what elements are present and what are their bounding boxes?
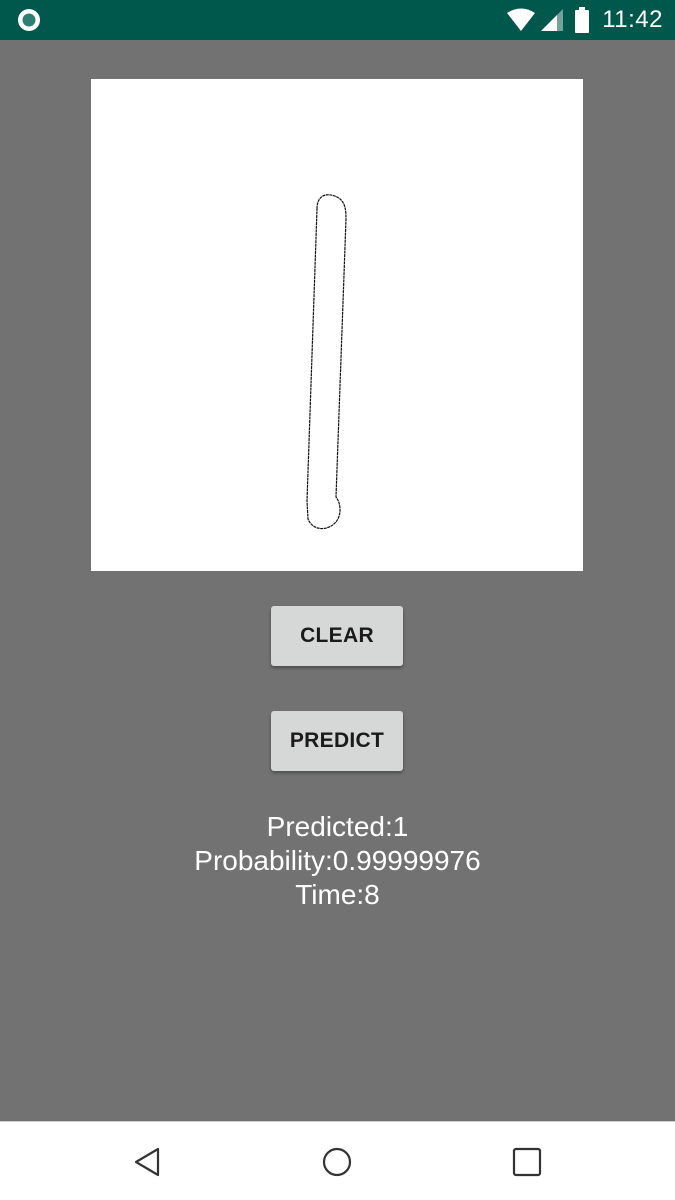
predict-button[interactable]: PREDICT — [271, 711, 403, 771]
status-bar: 11:42 — [0, 0, 675, 40]
back-icon[interactable] — [127, 1142, 167, 1182]
battery-icon — [575, 7, 590, 33]
cellular-signal-icon — [541, 9, 564, 31]
prediction-result: Predicted:1 Probability:0.99999976 Time:… — [0, 810, 675, 912]
recents-icon[interactable] — [507, 1142, 547, 1182]
probability-value-text: Probability:0.99999976 — [194, 845, 481, 876]
app-notification-icon — [18, 9, 40, 31]
wifi-icon — [507, 8, 536, 31]
time-value-text: Time:8 — [295, 879, 380, 910]
navigation-bar — [0, 1121, 675, 1200]
home-icon[interactable] — [317, 1142, 357, 1182]
predicted-value-text: Predicted:1 — [266, 811, 409, 842]
main-content: CLEAR PREDICT Predicted:1 Probability:0.… — [0, 40, 675, 1121]
status-time: 11:42 — [602, 6, 663, 33]
drawing-canvas[interactable] — [91, 79, 583, 571]
clear-button[interactable]: CLEAR — [271, 606, 403, 666]
handwritten-digit-stroke — [306, 194, 347, 530]
status-icons: 11:42 — [506, 0, 663, 40]
